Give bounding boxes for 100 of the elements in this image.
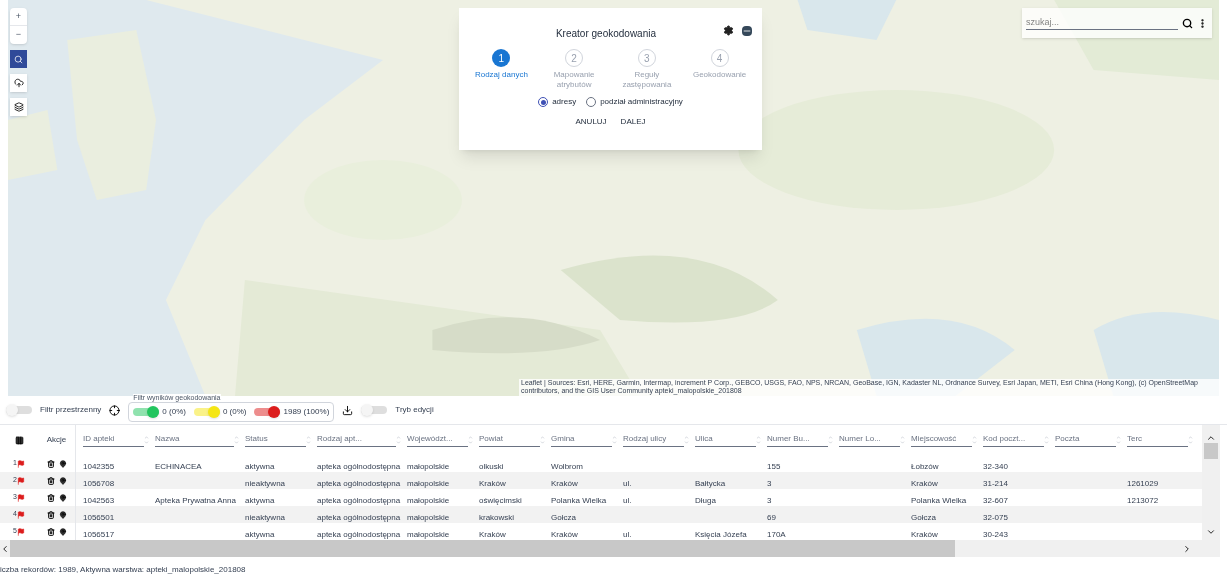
edit-mode-toggle[interactable] bbox=[361, 404, 388, 416]
column-header[interactable]: Poczta bbox=[1055, 433, 1116, 447]
dialog-button[interactable]: ANULUJ bbox=[573, 116, 609, 128]
delete-icon[interactable] bbox=[46, 493, 55, 502]
table-cell: oświęcimski bbox=[479, 495, 522, 505]
scroll-left-icon[interactable] bbox=[0, 543, 10, 554]
table-cell: 1056708 bbox=[83, 478, 115, 488]
table-cell: małopolskie bbox=[407, 495, 450, 505]
table-cell: Kraków bbox=[911, 529, 938, 539]
step-number[interactable]: 1 bbox=[492, 49, 511, 67]
zoom-in-button[interactable]: + bbox=[10, 8, 27, 26]
cloud-upload-icon bbox=[13, 78, 24, 88]
column-header[interactable]: Terc bbox=[1127, 433, 1188, 447]
column-header[interactable]: Rodzaj ulicy bbox=[623, 433, 684, 447]
download-icon[interactable] bbox=[342, 404, 354, 416]
horizontal-scrollbar[interactable] bbox=[0, 540, 1202, 557]
table-cell: 1056501 bbox=[83, 512, 115, 522]
map-pin-icon[interactable] bbox=[58, 527, 67, 536]
toggle-label: Filtr przestrzenny bbox=[40, 404, 102, 416]
table-cell: nieaktywna bbox=[245, 478, 286, 488]
column-header[interactable]: Numer Lo... bbox=[839, 433, 900, 447]
column-header[interactable]: Powiat bbox=[479, 433, 540, 447]
columns-icon[interactable] bbox=[14, 435, 24, 445]
step-label: Reguły zastępowania bbox=[621, 70, 673, 90]
table-cell: 170A bbox=[767, 529, 786, 539]
column-header[interactable]: Województ... bbox=[407, 433, 468, 447]
map-pin-icon[interactable] bbox=[58, 476, 67, 485]
table-cell: krakowski bbox=[479, 512, 515, 522]
layers-icon bbox=[13, 102, 24, 112]
table-cell: 32-607 bbox=[983, 495, 1008, 505]
scroll-up-icon[interactable] bbox=[1206, 433, 1216, 443]
table-cell: 32-340 bbox=[983, 461, 1008, 471]
table-cell: 1261029 bbox=[1127, 478, 1159, 488]
table-cell: Polanka Wielka bbox=[551, 495, 607, 505]
table-cell: apteka ogólnodostępna bbox=[317, 495, 401, 505]
delete-icon[interactable] bbox=[46, 476, 55, 485]
zoom-out-button[interactable]: − bbox=[10, 26, 27, 44]
column-header[interactable]: Miejscowość bbox=[911, 433, 972, 447]
radio-label: adresy bbox=[552, 96, 577, 108]
delete-icon[interactable] bbox=[46, 459, 55, 468]
result-filter-toggle[interactable] bbox=[254, 406, 281, 418]
column-header: Akcje bbox=[46, 434, 67, 446]
delete-icon[interactable] bbox=[46, 527, 55, 536]
search-bar[interactable]: szukaj... bbox=[1022, 8, 1212, 38]
column-header[interactable]: Ulica bbox=[695, 433, 756, 447]
table-cell: 155 bbox=[767, 461, 781, 471]
map-pin-icon[interactable] bbox=[58, 493, 67, 502]
settings-icon[interactable] bbox=[723, 25, 734, 36]
minimize-icon[interactable] bbox=[742, 25, 752, 36]
delete-icon[interactable] bbox=[46, 510, 55, 519]
search-field[interactable]: szukaj... bbox=[1026, 15, 1178, 31]
table-cell: Gołcza bbox=[911, 512, 936, 522]
table-cell: ul. bbox=[623, 478, 632, 488]
table-cell: Kraków bbox=[911, 478, 938, 488]
table-cell: Polanka Wielka bbox=[911, 495, 967, 505]
scroll-right-icon[interactable] bbox=[1182, 543, 1192, 554]
locate-icon[interactable] bbox=[109, 404, 121, 416]
spatial-filter-toggle[interactable] bbox=[6, 404, 32, 416]
column-header[interactable]: Numer Bu... bbox=[767, 433, 828, 447]
step-label: Rodzaj danych bbox=[474, 70, 528, 80]
vertical-scrollbar[interactable] bbox=[1202, 425, 1220, 557]
table-cell: Kraków bbox=[479, 529, 506, 539]
status-text: iczba rekordów: 1989, Aktywna warstwa: apteki_malopolskie_201808 bbox=[0, 565, 246, 574]
table-cell: Kraków bbox=[551, 529, 578, 539]
table-cell: Kraków bbox=[551, 478, 578, 488]
table-cell: ECHINACEA bbox=[155, 461, 202, 471]
filter-count: 1989 (100%) bbox=[283, 406, 330, 418]
column-header[interactable]: Nazwa bbox=[155, 433, 234, 447]
layers-button[interactable] bbox=[10, 98, 27, 116]
table-cell: 69 bbox=[767, 512, 776, 522]
column-header[interactable]: Status bbox=[245, 433, 306, 447]
map-pin-icon[interactable] bbox=[58, 459, 67, 468]
table-cell: Łobzów bbox=[911, 461, 939, 471]
column-header[interactable]: ID apteki bbox=[83, 433, 144, 447]
search-icon[interactable] bbox=[1182, 17, 1193, 29]
dialog-button[interactable]: DALEJ bbox=[618, 116, 648, 128]
radio-option[interactable]: adresy bbox=[538, 96, 577, 108]
table-cell: Wolbrom bbox=[551, 461, 583, 471]
filter-count: 0 (0%) bbox=[222, 406, 247, 418]
column-header[interactable]: Gmina bbox=[551, 433, 612, 447]
table-cell: aktywna bbox=[245, 529, 275, 539]
result-filter-toggle[interactable] bbox=[133, 406, 160, 418]
table-cell: apteka ogólnodostępna bbox=[317, 461, 401, 471]
table-cell: Księcia Józefa bbox=[695, 529, 747, 539]
result-filter-toggle[interactable] bbox=[193, 406, 220, 418]
column-header[interactable]: Rodzaj apt... bbox=[317, 433, 396, 447]
table-cell: olkuski bbox=[479, 461, 504, 471]
scroll-down-icon[interactable] bbox=[1206, 527, 1216, 537]
column-header[interactable]: Kod poczt... bbox=[983, 433, 1044, 447]
table-cell: Bałtycka bbox=[695, 478, 726, 488]
map-pin-icon[interactable] bbox=[58, 510, 67, 519]
table-cell: 31-214 bbox=[983, 478, 1008, 488]
search-button[interactable] bbox=[10, 50, 27, 68]
cloud-upload-button[interactable] bbox=[10, 74, 27, 92]
scrollbar-thumb[interactable] bbox=[1204, 443, 1218, 459]
table-cell: ul. bbox=[623, 529, 632, 539]
table-cell: apteka ogólnodostępna bbox=[317, 478, 401, 488]
table-cell: aktywna bbox=[245, 461, 275, 471]
table-cell: 1213072 bbox=[1127, 495, 1159, 505]
scrollbar-thumb[interactable] bbox=[10, 540, 955, 557]
